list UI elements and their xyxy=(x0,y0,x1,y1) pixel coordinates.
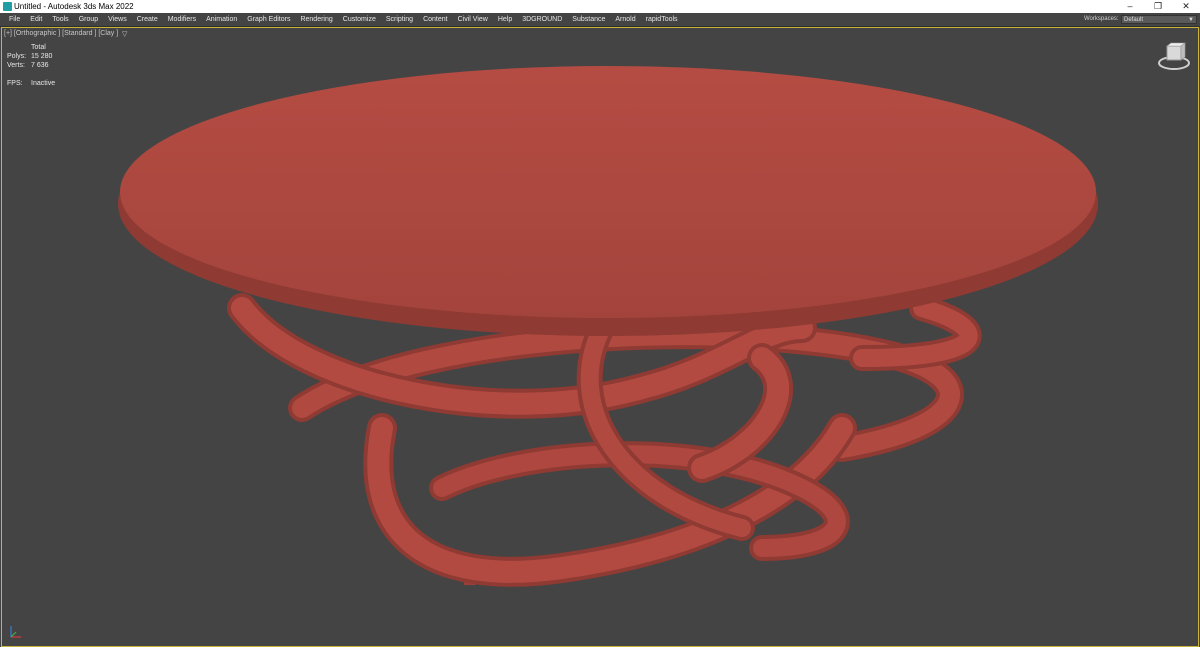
menu-item-tools[interactable]: Tools xyxy=(47,13,73,26)
menu-item-content[interactable]: Content xyxy=(418,13,453,26)
menu-item-substance[interactable]: Substance xyxy=(567,13,610,26)
stats-fps-row: FPS: Inactive xyxy=(7,79,55,88)
menu-item-graph-editors[interactable]: Graph Editors xyxy=(242,13,295,26)
stats-header: Total xyxy=(31,44,46,51)
viewport-label-menu[interactable]: [+] [Orthographic ] [Standard ] [Clay ] xyxy=(4,30,118,37)
menu-item-animation[interactable]: Animation xyxy=(201,13,242,26)
menu-item-rapidtools[interactable]: rapidTools xyxy=(641,13,683,26)
verts-value: 7 636 xyxy=(31,62,49,69)
menu-item-civil-view[interactable]: Civil View xyxy=(453,13,493,26)
stats-polys-row: Polys: 15 280 xyxy=(7,52,55,61)
workspace-value: Default xyxy=(1124,17,1144,23)
restore-button[interactable]: ❐ xyxy=(1144,0,1172,13)
menu-item-modifiers[interactable]: Modifiers xyxy=(163,13,201,26)
window-title: Untitled - Autodesk 3ds Max 2022 xyxy=(14,2,134,11)
verts-label: Verts: xyxy=(7,62,25,69)
fps-label: FPS: xyxy=(7,80,23,87)
axis-tripod-icon xyxy=(8,624,24,640)
table-base xyxy=(227,293,982,587)
close-button[interactable]: ✕ xyxy=(1172,0,1200,13)
menu-item-3dground[interactable]: 3DGROUND xyxy=(517,13,567,26)
menu-item-group[interactable]: Group xyxy=(74,13,103,26)
polys-label: Polys: xyxy=(7,53,27,60)
workspaces-label: Workspaces: xyxy=(1084,16,1119,22)
menu-item-create[interactable]: Create xyxy=(132,13,163,26)
menu-item-edit[interactable]: Edit xyxy=(25,13,47,26)
statistics-overlay: Total Polys: 15 280 Verts: 7 636 FPS: In… xyxy=(7,43,55,88)
menu-item-scripting[interactable]: Scripting xyxy=(381,13,418,26)
table-top xyxy=(120,66,1096,318)
menu-item-rendering[interactable]: Rendering xyxy=(295,13,337,26)
menu-items: File Edit Tools Group Views Create Modifiers An… xyxy=(4,13,683,26)
menu-item-file[interactable]: File xyxy=(4,13,25,26)
menu-item-customize[interactable]: Customize xyxy=(338,13,381,26)
menu-item-help[interactable]: Help xyxy=(493,13,517,26)
stats-verts-row: Verts: 7 636 xyxy=(7,61,55,70)
viewcube-icon[interactable] xyxy=(1156,42,1192,72)
menu-bar: File Edit Tools Group Views Create Modifiers An… xyxy=(0,13,1200,27)
menu-item-views[interactable]: Views xyxy=(103,13,132,26)
minimize-button[interactable]: – xyxy=(1116,0,1144,13)
menu-item-arnold[interactable]: Arnold xyxy=(610,13,640,26)
3dsmax-app-icon xyxy=(3,2,12,11)
filter-icon[interactable]: ▽ xyxy=(122,30,127,38)
title-bar: Untitled - Autodesk 3ds Max 2022 – ❐ ✕ xyxy=(0,0,1200,13)
chevron-down-icon: ▼ xyxy=(1188,17,1194,23)
table-model xyxy=(118,66,1098,587)
polys-value: 15 280 xyxy=(31,53,53,60)
fps-value: Inactive xyxy=(31,80,56,87)
workspace-dropdown[interactable]: Default ▼ xyxy=(1121,15,1197,24)
perspective-viewport[interactable]: [+] [Orthographic ] [Standard ] [Clay ] … xyxy=(1,27,1199,647)
